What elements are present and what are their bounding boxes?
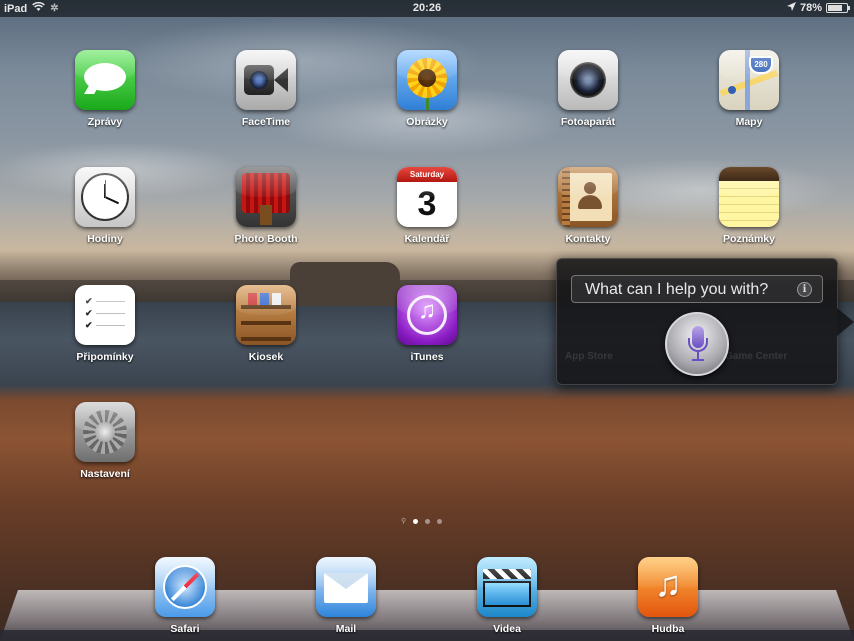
app-label: Hodiny <box>87 233 123 245</box>
location-arrow-icon <box>786 2 796 14</box>
app-photo-booth[interactable]: Photo Booth <box>216 167 316 245</box>
videos-icon <box>477 557 537 617</box>
app-reminders[interactable]: ✔ ✔ ✔ Připomínky <box>55 285 155 363</box>
dock-app-videos[interactable]: Videa <box>457 557 557 635</box>
app-label: Obrázky <box>406 116 448 128</box>
newsstand-icon <box>236 285 296 345</box>
app-calendar[interactable]: Saturday 3 Kalendář <box>377 167 477 245</box>
facetime-icon <box>236 50 296 110</box>
app-label: Fotoaparát <box>560 116 616 128</box>
dock-app-label: Safari <box>170 623 200 635</box>
dock-app-label: Hudba <box>651 623 685 635</box>
camera-icon <box>558 50 618 110</box>
status-bar: iPad ✲ 20:26 78% <box>0 0 854 17</box>
mail-icon <box>316 557 376 617</box>
itunes-icon: ♫ <box>397 285 457 345</box>
photo-booth-icon <box>236 167 296 227</box>
calendar-day: 3 <box>417 185 437 223</box>
music-icon: ♫ <box>638 557 698 617</box>
dock-app-music[interactable]: ♫ Hudba <box>618 557 718 635</box>
app-label: iTunes <box>410 351 444 363</box>
microphone-button[interactable] <box>665 312 729 376</box>
photos-icon <box>397 50 457 110</box>
app-label: Kalendář <box>404 233 450 245</box>
app-notes[interactable]: Poznámky <box>699 167 799 245</box>
info-icon[interactable]: i <box>797 282 812 297</box>
dock-edge <box>0 630 854 641</box>
safari-icon <box>155 557 215 617</box>
dock-app-safari[interactable]: Safari <box>135 557 235 635</box>
calendar-icon: Saturday 3 <box>397 167 457 227</box>
battery-icon <box>826 3 850 13</box>
app-label: Photo Booth <box>234 233 298 245</box>
app-itunes[interactable]: ♫ iTunes <box>377 285 477 363</box>
app-camera[interactable]: Fotoaparát <box>538 50 638 128</box>
siri-prompt-bubble: What can I help you with? i <box>571 275 823 303</box>
app-contacts[interactable]: Kontakty <box>538 167 638 245</box>
page-dot[interactable] <box>437 519 443 524</box>
app-label: Nastavení <box>80 468 130 480</box>
siri-prompt: What can I help you with? <box>585 281 769 298</box>
app-label: Zprávy <box>87 116 123 128</box>
app-photos[interactable]: Obrázky <box>377 50 477 128</box>
siri-ghost-label: Game Center <box>725 351 788 362</box>
settings-icon <box>75 402 135 462</box>
app-label: Poznámky <box>723 233 775 245</box>
app-label: Kontakty <box>565 233 611 245</box>
calendar-weekday: Saturday <box>397 167 457 182</box>
page-dot[interactable] <box>413 519 419 524</box>
battery-percent: 78% <box>799 2 822 14</box>
dock-app-label: Mail <box>335 623 357 635</box>
siri-ghost-label: App Store <box>565 351 613 362</box>
reminders-icon: ✔ ✔ ✔ <box>75 285 135 345</box>
dock-app-label: Videa <box>493 623 521 635</box>
app-label: FaceTime <box>241 116 291 128</box>
page-dot[interactable] <box>425 519 431 524</box>
status-time: 20:26 <box>412 2 442 14</box>
app-clock[interactable]: Hodiny <box>55 167 155 245</box>
app-label: Připomínky <box>76 351 134 363</box>
app-settings[interactable]: Nastavení <box>55 402 155 480</box>
siri-panel[interactable]: App Store Game Center What can I help yo… <box>556 258 838 385</box>
contacts-icon <box>558 167 618 227</box>
page-indicator[interactable]: ⚲ <box>401 518 443 525</box>
app-label: Mapy <box>735 116 763 128</box>
maps-route-shield: 280 <box>749 56 773 74</box>
messages-icon <box>75 50 135 110</box>
app-maps[interactable]: 280 Mapy <box>699 50 799 128</box>
app-messages[interactable]: Zprávy <box>55 50 155 128</box>
app-facetime[interactable]: FaceTime <box>216 50 316 128</box>
clock-icon <box>75 167 135 227</box>
spotlight-search-icon[interactable]: ⚲ <box>401 518 406 525</box>
notes-icon <box>719 167 779 227</box>
siri-panel-pointer <box>837 308 854 336</box>
dock-app-mail[interactable]: Mail <box>296 557 396 635</box>
app-newsstand[interactable]: Kiosek <box>216 285 316 363</box>
app-label: Kiosek <box>248 351 284 363</box>
maps-icon: 280 <box>719 50 779 110</box>
